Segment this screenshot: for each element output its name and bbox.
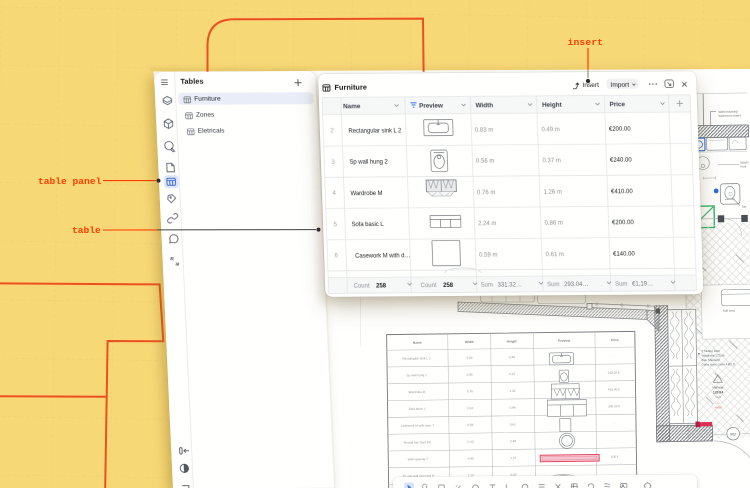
svg-text:0.59 m: 0.59 m (479, 252, 498, 258)
svg-text:129.84: 129.84 (713, 390, 724, 394)
svg-text:Width: Width (465, 340, 474, 344)
svg-text:Height: Height (507, 339, 518, 343)
svg-text:€200.00: €200.00 (608, 127, 631, 133)
svg-text:258: 258 (376, 284, 387, 290)
svg-text:Sum: Sum (480, 283, 493, 289)
svg-text:Rectangular sink L 2: Rectangular sink L 2 (348, 128, 402, 134)
svg-text:410.00 €: 410.00 € (608, 387, 620, 391)
svg-text:0.86 m: 0.86 m (544, 221, 563, 227)
svg-text:€200.00: €200.00 (611, 220, 634, 226)
svg-text:Casework M with door 7: Casework M with door 7 (401, 423, 435, 427)
svg-text:€140.00: €140.00 (613, 251, 636, 257)
svg-text:Width: Width (475, 102, 493, 109)
svg-text:Wardrobe M: Wardrobe M (350, 191, 382, 197)
svg-text:sq.ft: sq.ft (715, 395, 721, 399)
svg-text:5: 5 (333, 222, 337, 228)
svg-text:0.76 m: 0.76 m (476, 190, 495, 196)
svg-text:Sofa basic L: Sofa basic L (409, 407, 426, 411)
svg-text:0.37: 0.37 (509, 372, 515, 376)
svg-text:1.26: 1.26 (509, 389, 515, 393)
svg-text:Sp wall hung 2: Sp wall hung 2 (406, 373, 427, 377)
svg-text:front: front (740, 164, 746, 168)
svg-text:002: 002 (730, 432, 736, 436)
svg-text:Sofa basic L: Sofa basic L (351, 222, 384, 228)
svg-text:0.59: 0.59 (467, 423, 473, 427)
svg-text:€1,19…: €1,19… (632, 282, 653, 288)
svg-text:Price: Price (611, 338, 619, 342)
svg-text:Count: Count (420, 283, 437, 289)
svg-text:0.56: 0.56 (467, 372, 473, 376)
svg-text:0.76: 0.76 (467, 389, 473, 393)
svg-text:0.83 m: 0.83 m (474, 128, 493, 134)
svg-text:Typ: Typ (742, 204, 747, 208)
svg-text:Price: Price (609, 101, 625, 108)
svg-text:240.00 €: 240.00 € (608, 371, 620, 375)
svg-text:Rectangular sink L 2: Rectangular sink L 2 (402, 356, 430, 360)
svg-text:0.61: 0.61 (510, 422, 516, 426)
svg-text:+0.00: +0.00 (715, 405, 723, 409)
svg-text:Glass doors (axis A B2 1): Glass doors (axis A B2 1) (702, 362, 736, 367)
svg-text:€410.00: €410.00 (610, 189, 633, 195)
svg-text:Name: Name (342, 103, 360, 110)
svg-text:Hallway: Hallway (712, 385, 723, 389)
svg-text:200.00 €: 200.00 € (608, 404, 620, 408)
svg-text:331.32…: 331.32… (497, 283, 522, 289)
svg-text:Name: Name (413, 341, 422, 345)
svg-text:Height: Height (541, 102, 562, 109)
svg-text:0.49 m: 0.49 m (541, 127, 560, 133)
svg-text:1.26 m: 1.26 m (543, 190, 562, 196)
svg-text:Soft seat: Soft seat (723, 309, 735, 313)
svg-text:1.27: 1.27 (510, 456, 516, 460)
svg-text:4: 4 (332, 191, 336, 197)
svg-text:0.86: 0.86 (510, 406, 516, 410)
svg-text:3: 3 (331, 160, 335, 166)
svg-text:0.56 m: 0.56 m (475, 159, 494, 165)
svg-text:6: 6 (334, 253, 338, 259)
svg-text:0.83: 0.83 (466, 356, 472, 360)
svg-text:-: - (613, 354, 614, 358)
svg-text:bathroom closet: bathroom closet (719, 114, 741, 118)
svg-text:2.24 m: 2.24 m (477, 221, 496, 227)
svg-text:0.45: 0.45 (468, 456, 474, 460)
svg-text:Round bar stool 8 8: Round bar stool 8 8 (404, 440, 431, 444)
svg-text:0.49: 0.49 (509, 355, 515, 359)
svg-text:293.04…: 293.04… (564, 282, 589, 288)
svg-text:-: - (614, 421, 615, 425)
svg-text:Sum: Sum (547, 282, 560, 288)
svg-text:-: - (614, 438, 615, 442)
svg-text:Sum: Sum (615, 282, 628, 288)
svg-text:Wardrobe M: Wardrobe M (408, 390, 425, 394)
svg-text:Casework M with d…: Casework M with d… (355, 253, 411, 259)
svg-text:258: 258 (443, 283, 454, 289)
svg-text:0.43: 0.43 (468, 440, 474, 444)
svg-text:0.37 m: 0.37 m (542, 158, 561, 164)
svg-text:2.24: 2.24 (467, 406, 473, 410)
svg-text:Count: Count (353, 284, 370, 290)
svg-text:Preview: Preview (558, 339, 571, 343)
svg-text:◇: ◇ (717, 401, 720, 405)
svg-text:Wall opening 7: Wall opening 7 (408, 457, 429, 461)
svg-text:Preview: Preview (418, 103, 442, 110)
svg-text:100 €: 100 € (611, 455, 619, 459)
svg-text:0.45: 0.45 (510, 439, 516, 443)
svg-text:€240.00: €240.00 (609, 158, 632, 164)
svg-text:Sp wall hung 2: Sp wall hung 2 (349, 160, 388, 166)
svg-text:2: 2 (330, 129, 334, 135)
svg-text:0.61 m: 0.61 m (545, 252, 564, 258)
